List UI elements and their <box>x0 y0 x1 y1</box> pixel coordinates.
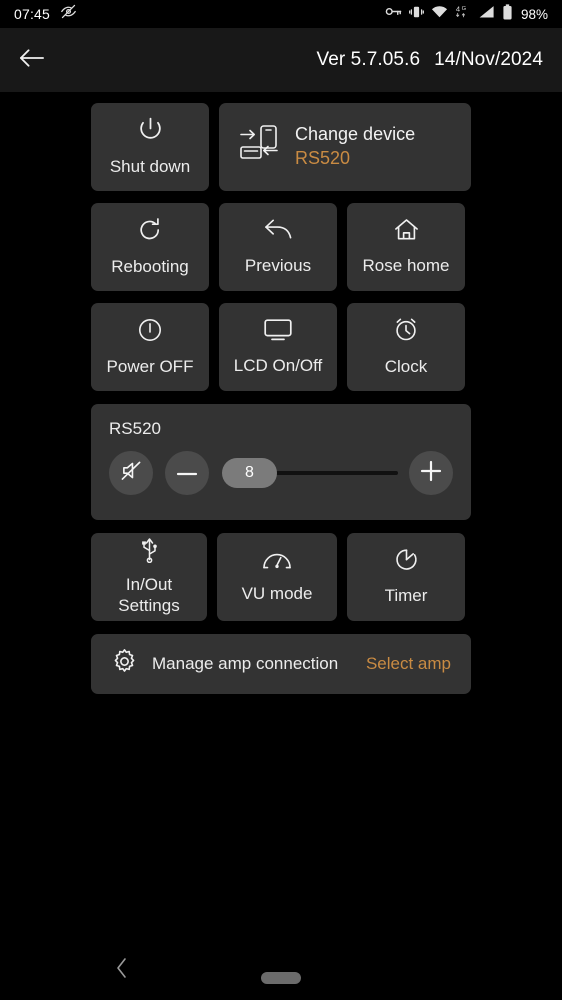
clock-label: Clock <box>384 356 428 376</box>
nav-back-chevron-icon <box>115 956 129 985</box>
monitor-icon <box>263 318 293 347</box>
power-circle-icon <box>137 317 163 348</box>
header-title-group: Ver 5.7.05.6 14/Nov/2024 <box>316 49 562 71</box>
usb-icon <box>138 537 161 568</box>
in-out-settings-label: In/Out Settings <box>118 575 179 616</box>
app-header: Ver 5.7.05.6 14/Nov/2024 <box>0 28 562 92</box>
volume-slider-track <box>276 471 398 475</box>
vpn-key-icon <box>385 5 402 23</box>
volume-slider-thumb[interactable]: 8 <box>222 458 277 488</box>
power-icon <box>137 116 164 148</box>
app-date-label: 14/Nov/2024 <box>434 49 543 70</box>
plus-icon <box>420 460 442 487</box>
lcd-on-off-button[interactable]: LCD On/Off <box>219 303 337 391</box>
timer-icon <box>394 547 419 577</box>
gauge-icon <box>262 550 292 575</box>
minus-icon <box>176 464 198 482</box>
previous-button[interactable]: Previous <box>219 203 337 291</box>
clock-button[interactable]: Clock <box>347 303 465 391</box>
volume-device-name: RS520 <box>109 419 161 438</box>
home-icon <box>393 217 420 247</box>
change-device-icon <box>237 124 281 171</box>
system-navigation-bar <box>0 940 562 1000</box>
manage-amp-connection-button[interactable]: Manage amp connection Select amp <box>91 634 471 694</box>
manage-amp-connection-label: Manage amp connection <box>152 654 339 673</box>
volume-up-button[interactable] <box>409 451 453 495</box>
reply-arrow-icon <box>264 217 293 247</box>
rose-home-label: Rose home <box>362 256 450 276</box>
main-content: Shut down Change device RS520 Rebooting … <box>0 92 562 694</box>
previous-label: Previous <box>244 256 312 276</box>
battery-full-icon <box>502 3 513 25</box>
status-bar-left: 07:45 <box>14 3 77 25</box>
vu-mode-label: VU mode <box>241 583 313 603</box>
wifi-icon <box>431 5 448 23</box>
gear-icon <box>111 648 138 680</box>
volume-mute-icon <box>120 460 143 486</box>
header-back-button[interactable] <box>0 28 62 92</box>
rebooting-button[interactable]: Rebooting <box>91 203 209 291</box>
arrow-left-icon <box>18 47 45 74</box>
system-status-bar: 07:45 4 G 98% <box>0 0 562 28</box>
volume-panel: RS520 8 <box>91 404 471 520</box>
status-bar-right: 4 G 98% <box>385 3 548 25</box>
in-out-settings-button[interactable]: In/Out Settings <box>91 533 207 621</box>
shut-down-button[interactable]: Shut down <box>91 103 209 191</box>
change-device-title: Change device <box>295 124 416 145</box>
battery-percent-label: 98% <box>520 6 548 22</box>
in-out-settings-label-line2: Settings <box>118 596 180 615</box>
nav-home-pill-icon[interactable] <box>261 972 301 984</box>
network-type-indicator: 4 G <box>455 4 471 24</box>
mute-button[interactable] <box>109 451 153 495</box>
app-version-label: Ver 5.7.05.6 <box>316 49 421 70</box>
select-amp-action[interactable]: Select amp <box>366 654 451 674</box>
status-bar-clock: 07:45 <box>14 6 51 22</box>
timer-label: Timer <box>384 586 428 606</box>
svg-text:G: G <box>462 6 467 12</box>
volume-controls: 8 <box>109 451 453 495</box>
control-row-3: Power OFF LCD On/Off Clock <box>91 303 471 391</box>
control-row-5: In/Out Settings VU mode Timer <box>91 533 471 621</box>
rebooting-label: Rebooting <box>111 256 189 276</box>
rose-home-button[interactable]: Rose home <box>347 203 465 291</box>
refresh-icon <box>137 217 163 248</box>
vu-mode-button[interactable]: VU mode <box>217 533 337 621</box>
alarm-clock-icon <box>393 317 419 348</box>
in-out-settings-label-line1: In/Out <box>125 575 173 595</box>
change-device-button[interactable]: Change device RS520 <box>219 103 471 191</box>
power-off-button[interactable]: Power OFF <box>91 303 209 391</box>
timer-button[interactable]: Timer <box>347 533 465 621</box>
volume-slider[interactable]: 8 <box>222 451 398 495</box>
change-device-current-device: RS520 <box>295 148 351 168</box>
change-device-texts: Change device RS520 <box>295 124 415 169</box>
volume-down-button[interactable] <box>165 451 209 495</box>
shut-down-label: Shut down <box>109 157 191 177</box>
signal-bars-icon <box>478 5 495 24</box>
control-row-1: Shut down Change device RS520 <box>91 103 471 191</box>
control-row-2: Rebooting Previous Rose home <box>91 203 471 291</box>
app-screen: 07:45 4 G 98% Ver 5.7.05.6 14/Nov/2024 S… <box>0 0 562 1000</box>
lcd-on-off-label: LCD On/Off <box>233 355 323 375</box>
nav-back-button[interactable] <box>104 954 140 986</box>
eye-off-icon <box>60 3 77 25</box>
svg-text:4: 4 <box>456 5 460 14</box>
power-off-label: Power OFF <box>106 356 194 376</box>
vibrate-icon <box>409 5 424 24</box>
